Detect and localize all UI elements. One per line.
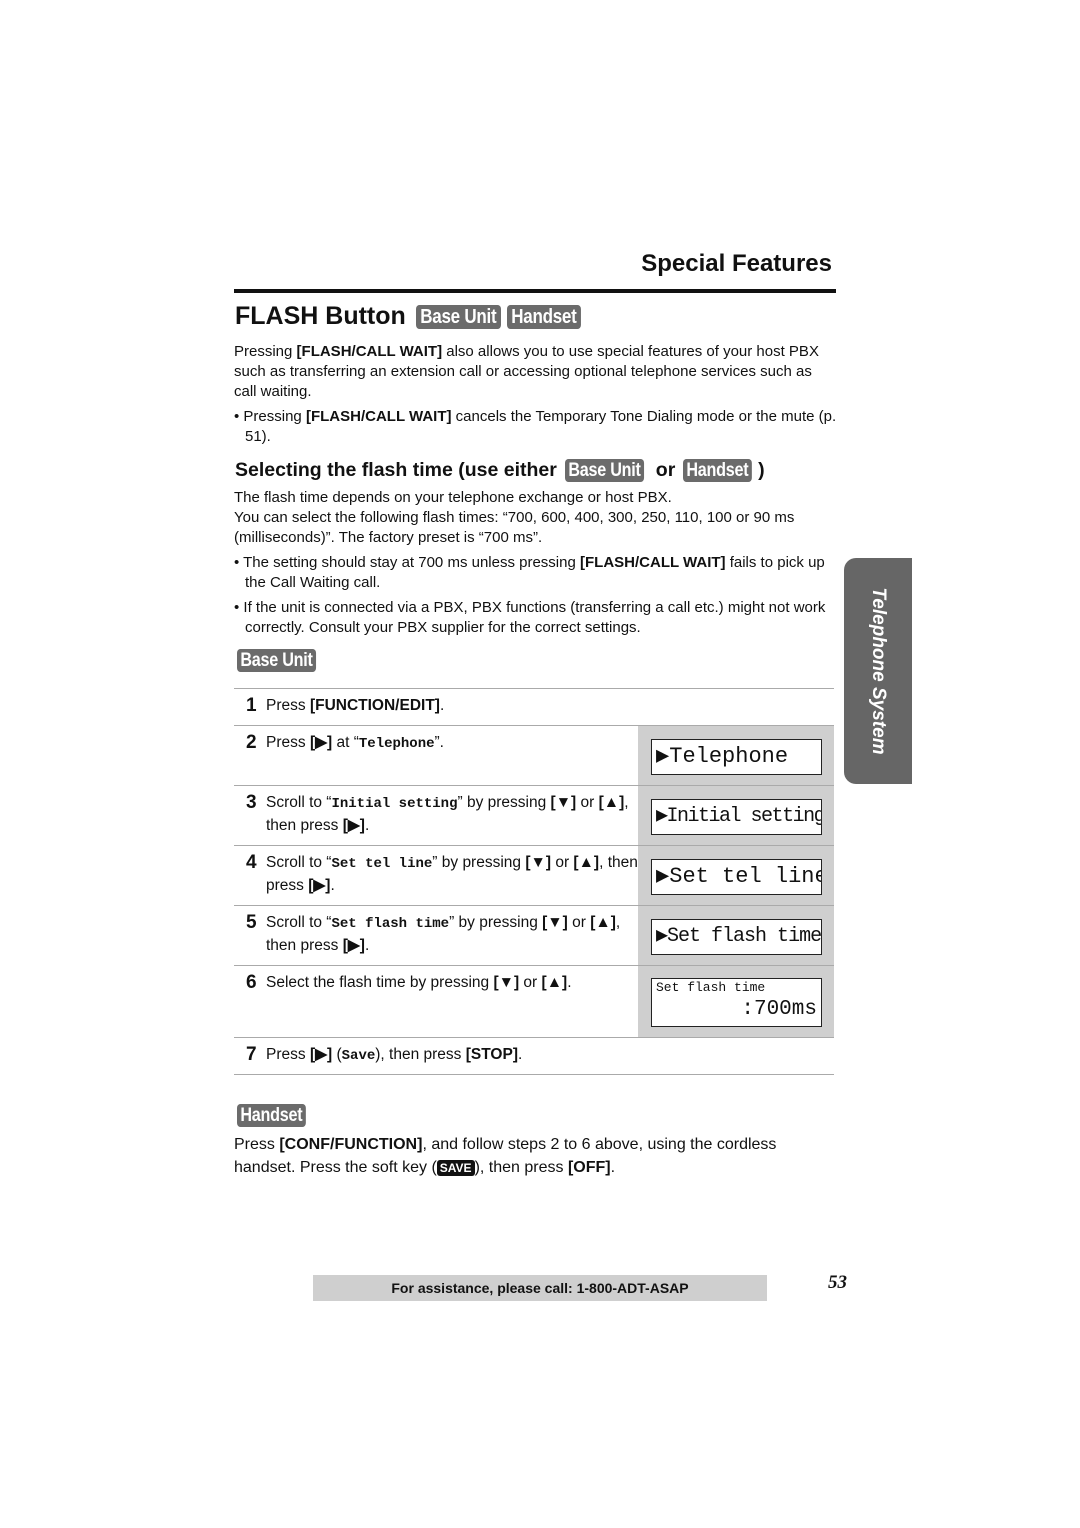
step-row-7: 7 Press [▶] (Save), then press [STOP]. [234,1037,834,1075]
tag-handset: Handset [507,304,582,329]
lcd-display: ▶Telephone [651,739,822,775]
lcd-line-1: Set flash time [656,980,766,995]
flash-time-text-1: The flash time depends on your telephone… [234,489,672,506]
tag-handset: Handset [237,1104,306,1127]
text: • The setting should stay at 700 ms unle… [234,554,580,571]
tag-handset: Handset [683,459,753,482]
step-row-3: 3 Scroll to “Initial setting” by pressing… [234,785,834,845]
step-row-5: 5 Scroll to “Set flash time” by pressing … [234,905,834,965]
note-bullet-1: • The setting should stay at 700 ms unle… [234,553,845,593]
intro-bullet: • Pressing [FLASH/CALL WAIT] cancels the… [234,407,845,447]
header-rule [234,289,836,293]
step-text: Scroll to “Set flash time” by pressing [… [266,914,621,954]
step-row-4: 4 Scroll to “Set tel line” by pressing [▼… [234,845,834,905]
lcd-display: ▶Set tel line [651,859,822,895]
step-text: Scroll to “Set tel line” by pressing [▼]… [266,854,638,894]
step-number: 4 [246,852,257,873]
save-soft-key: SAVE [436,1160,475,1176]
section-title: Special Features [641,250,832,277]
steps-table: 1 Press [FUNCTION/EDIT]. 2 Press [▶] at “T… [234,688,834,1075]
lcd-panel: ▶Set flash time [638,906,834,965]
step-text: Scroll to “Initial setting” by pressing … [266,794,629,834]
text: • Pressing [234,408,306,425]
tag-base-unit: Base Unit [237,649,316,672]
or-label: or [655,459,676,481]
chapter-tab-label: Telephone System [868,587,889,755]
step-text: Press [▶] at “Telephone”. [266,734,444,752]
lcd-display: ▶Set flash time [651,919,822,955]
text: Pressing [234,343,297,360]
handset-instructions: Press [CONF/FUNCTION], and follow steps … [234,1136,777,1176]
tag-base-unit: Base Unit [415,304,501,329]
chapter-tab: Telephone System [844,558,912,784]
step-number: 5 [246,912,257,933]
note-bullet-2: • If the unit is connected via a PBX, PB… [234,599,826,636]
lcd-line-2: :700ms [741,998,817,1021]
lcd-panel: Set flash time :700ms [638,966,834,1037]
step-row-2: 2 Press [▶] at “Telephone”. ▶Telephone [234,725,834,785]
step-number: 3 [246,792,257,813]
step-row-1: 1 Press [FUNCTION/EDIT]. [234,688,834,725]
flash-time-text-2: You can select the following flash times… [234,509,795,546]
step-number: 2 [246,732,257,753]
lcd-display: ▶Initial setting [651,799,822,835]
key-label: [FLASH/CALL WAIT] [296,343,443,360]
step-row-6: 6 Select the flash time by pressing [▼] o… [234,965,834,1037]
step-text: Press [▶] (Save), then press [STOP]. [266,1046,523,1064]
page-heading: FLASH Button Base Unit Handset [235,302,586,331]
paren: ) [758,459,765,481]
key-label: [FLASH/CALL WAIT] [580,554,726,571]
step-text: Select the flash time by pressing [▼] or… [266,974,572,991]
key-label: [FLASH/CALL WAIT] [305,408,452,425]
intro-paragraph: Pressing [FLASH/CALL WAIT] also allows y… [234,342,834,402]
step-text: Press [FUNCTION/EDIT]. [266,697,445,714]
assistance-footer: For assistance, please call: 1-800-ADT-A… [313,1275,767,1301]
tag-base-unit: Base Unit [564,459,644,482]
lcd-display: Set flash time :700ms [651,978,822,1027]
lcd-panel: ▶Initial setting [638,786,834,845]
step-number: 1 [246,695,257,716]
lcd-panel: ▶Set tel line [638,846,834,905]
base-unit-label: Base Unit [237,649,330,672]
lcd-panel: ▶Telephone [638,726,834,785]
page-number: 53 [828,1272,847,1293]
step-number: 6 [246,972,257,993]
step-number: 7 [246,1044,257,1065]
heading-title: FLASH Button [235,302,406,330]
subsection-heading: Selecting the flash time (use either Bas… [235,459,765,482]
handset-label: Handset [237,1104,318,1127]
subsection-title: Selecting the flash time (use either [235,459,557,481]
